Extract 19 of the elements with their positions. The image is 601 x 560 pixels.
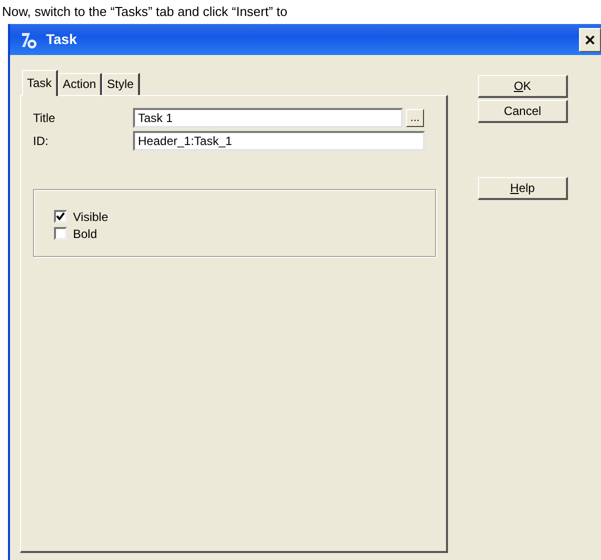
dialog-button[interactable]: Help (478, 177, 568, 200)
text-field[interactable]: Task 1 (133, 108, 403, 128)
dialog-button[interactable]: Cancel (478, 100, 568, 123)
tab[interactable]: Task (22, 70, 58, 96)
caption-text: Now, switch to the “Tasks” tab and click “Insert” to (1, 4, 288, 19)
checkbox-label: Visible (73, 208, 108, 226)
dialog-button[interactable]: OK (478, 75, 568, 98)
browse-button[interactable]: ... (406, 109, 424, 127)
field-label: ID: (33, 133, 50, 150)
app-icon (20, 30, 38, 48)
tab[interactable]: Action (58, 73, 102, 95)
checkbox-label: Bold (73, 226, 98, 242)
tab[interactable]: Style (102, 73, 140, 95)
checkbox[interactable] (54, 210, 67, 223)
text-field[interactable]: Header_1:Task_1 (133, 131, 425, 151)
close-button[interactable]: × (579, 28, 601, 52)
field-label: Title (33, 110, 56, 127)
checkbox[interactable] (54, 227, 67, 240)
window-title: Task (46, 30, 77, 49)
